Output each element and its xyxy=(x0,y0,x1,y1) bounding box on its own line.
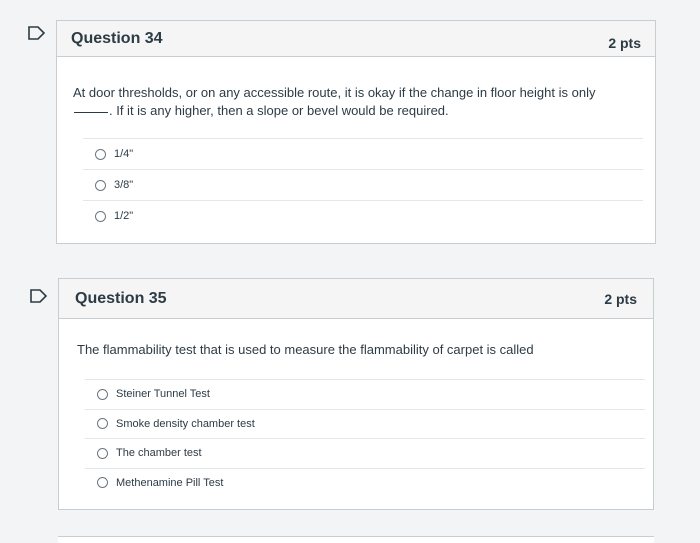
answer-option[interactable]: Methenamine Pill Test xyxy=(85,467,645,498)
question-text: The flammability test that is used to me… xyxy=(77,342,534,357)
radio-button[interactable] xyxy=(97,447,108,459)
radio-button[interactable] xyxy=(95,210,106,222)
question-points: 2 pts xyxy=(608,34,641,51)
answer-list: 1/4" 3/8" 1/2" xyxy=(83,138,643,231)
question-header: Question 35 2 pts xyxy=(59,279,653,319)
question-body: At door thresholds, or on any accessible… xyxy=(57,57,643,231)
next-question-card xyxy=(58,536,654,543)
answer-label: The chamber test xyxy=(116,447,202,460)
radio-button[interactable] xyxy=(97,477,108,489)
question-card: Question 34 2 pts At door thresholds, or… xyxy=(56,20,656,244)
question-text: At door thresholds, or on any accessible… xyxy=(73,84,635,120)
radio-button[interactable] xyxy=(95,179,106,191)
radio-button[interactable] xyxy=(97,418,108,430)
answer-option[interactable]: 3/8" xyxy=(83,169,643,200)
answer-label: 3/8" xyxy=(114,179,134,191)
answer-option[interactable]: 1/4" xyxy=(83,138,643,169)
answer-label: Methenamine Pill Test xyxy=(116,476,224,489)
question-body: The flammability test that is used to me… xyxy=(59,319,645,497)
flag-question-icon[interactable] xyxy=(28,26,46,40)
question-points: 2 pts xyxy=(604,290,637,307)
answer-option[interactable]: 1/2" xyxy=(83,200,643,231)
question-header: Question 34 2 pts xyxy=(57,21,655,57)
flag-question-icon[interactable] xyxy=(30,289,48,303)
radio-button[interactable] xyxy=(97,388,108,400)
answer-option[interactable]: The chamber test xyxy=(85,438,645,468)
answer-label: Steiner Tunnel Test xyxy=(116,388,210,401)
fill-in-blank xyxy=(74,112,108,113)
question-card: Question 35 2 pts The flammability test … xyxy=(58,278,654,510)
question-text-start: At door thresholds, or on any accessible… xyxy=(73,85,596,100)
answer-option[interactable]: Steiner Tunnel Test xyxy=(85,379,645,409)
answer-option[interactable]: Smoke density chamber test xyxy=(85,408,645,439)
question-title: Question 34 xyxy=(71,29,163,47)
question-title: Question 35 xyxy=(75,289,167,307)
answer-label: 1/2" xyxy=(114,210,134,222)
answer-label: Smoke density chamber test xyxy=(116,417,255,430)
radio-button[interactable] xyxy=(95,148,106,160)
question-text-end: . If it is any higher, then a slope or b… xyxy=(109,103,449,118)
answer-label: 1/4" xyxy=(114,148,134,160)
answer-list: Steiner Tunnel Test Smoke density chambe… xyxy=(85,379,645,497)
